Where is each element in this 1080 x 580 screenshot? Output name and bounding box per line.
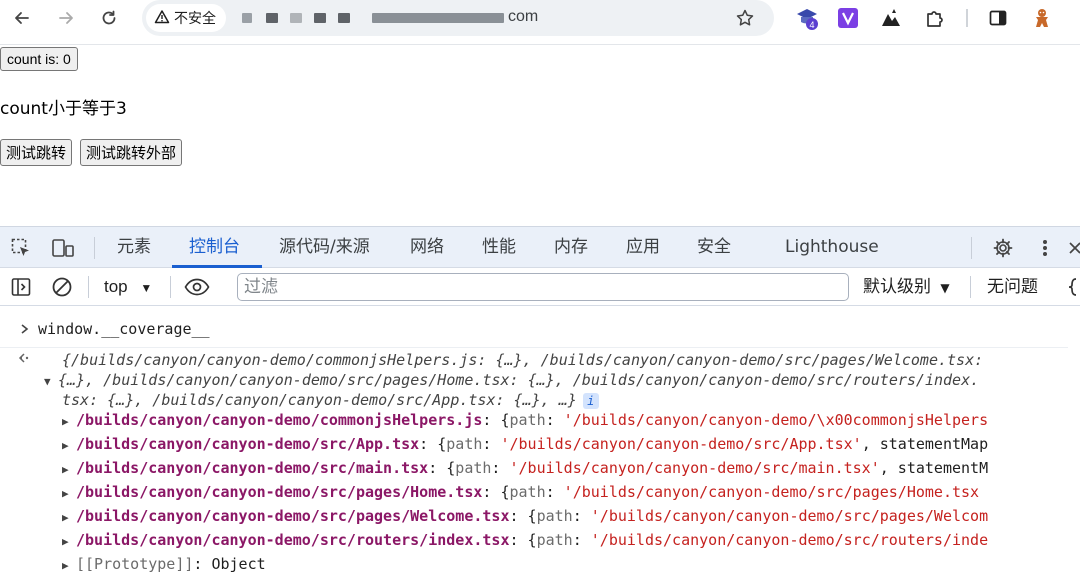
return-arrow-icon: [18, 352, 32, 368]
tab-security[interactable]: 安全: [697, 227, 731, 268]
gear-icon[interactable]: [990, 235, 1016, 261]
caret-down-icon[interactable]: ▼: [44, 372, 58, 392]
eye-icon[interactable]: [184, 274, 210, 300]
url-redacted: [314, 13, 326, 23]
object-property-row[interactable]: ▶/builds/canyon/canyon-demo/src/App.tsx:…: [62, 434, 988, 454]
tab-memory[interactable]: 内存: [554, 227, 588, 268]
context-value: top: [104, 277, 128, 296]
toolbar-divider: [966, 9, 968, 27]
devtools-panel: 元素 控制台 源代码/来源 网络 性能 内存 应用 安全 Lighthouse …: [0, 226, 1080, 580]
more-options-icon[interactable]: [1032, 235, 1058, 261]
toolbar-divider: [970, 276, 971, 298]
console-divider: [0, 347, 1068, 348]
toolbar-divider: [94, 237, 95, 259]
address-bar[interactable]: 不安全 com: [142, 0, 774, 36]
info-icon[interactable]: i: [582, 393, 599, 409]
extension-mountain-icon[interactable]: [878, 5, 904, 31]
log-levels-label: 默认级别: [863, 277, 931, 297]
chevron-down-icon: ▼: [140, 281, 153, 295]
tab-performance[interactable]: 性能: [482, 227, 516, 268]
toolbar-divider: [88, 276, 89, 298]
test-jump-external-button[interactable]: 测试跳转外部: [80, 139, 183, 166]
close-icon[interactable]: [1068, 235, 1080, 261]
console-filter-input[interactable]: 过滤: [237, 273, 849, 301]
sidebar-toggle-icon[interactable]: [8, 274, 34, 300]
tab-elements[interactable]: 元素: [117, 227, 151, 268]
console-output: window.__coverage__ {/builds/canyon/cany…: [0, 307, 1080, 580]
url-redacted: [242, 13, 252, 23]
toolbar-divider: [170, 276, 171, 298]
test-jump-button[interactable]: 测试跳转: [0, 139, 73, 166]
context-selector[interactable]: top ▼: [104, 274, 152, 300]
toolbar-divider: [0, 44, 1080, 45]
tab-network[interactable]: 网络: [410, 227, 444, 268]
security-label: 不安全: [174, 10, 216, 26]
tab-console[interactable]: 控制台: [189, 227, 240, 268]
console-filter-bar: top ▼ 过滤 默认级别 ▼ 无问题: [0, 268, 1080, 306]
toolbar-divider: [971, 237, 972, 259]
element-picker-icon[interactable]: [8, 235, 34, 261]
chevron-down-icon: ▼: [940, 281, 950, 295]
url-redacted: [372, 13, 504, 23]
clear-console-icon[interactable]: [49, 274, 75, 300]
extensions-puzzle-icon[interactable]: [922, 5, 948, 31]
extension-vue-icon[interactable]: [835, 5, 861, 31]
caret-right-icon[interactable]: ▶: [62, 460, 76, 480]
console-settings-icon[interactable]: [1066, 274, 1080, 300]
side-panel-icon[interactable]: [985, 5, 1011, 31]
caret-right-icon[interactable]: ▶: [62, 556, 76, 576]
url-redacted: [338, 13, 350, 23]
bookmark-star-icon[interactable]: [732, 5, 758, 31]
object-summary-line[interactable]: {/builds/canyon/canyon-demo/commonjsHelp…: [62, 350, 983, 370]
device-toolbar-icon[interactable]: [50, 235, 76, 261]
tab-sources[interactable]: 源代码/来源: [279, 227, 370, 268]
security-indicator[interactable]: 不安全: [146, 4, 226, 32]
object-property-row[interactable]: ▶/builds/canyon/canyon-demo/src/pages/We…: [62, 506, 988, 526]
tab-lighthouse[interactable]: Lighthouse: [785, 227, 879, 268]
log-levels-dropdown[interactable]: 默认级别 ▼: [863, 274, 950, 300]
count-status-text: count小于等于3: [0, 99, 127, 119]
object-property-row[interactable]: ▶/builds/canyon/canyon-demo/src/routers/…: [62, 530, 988, 550]
back-arrow-icon[interactable]: [10, 6, 34, 30]
caret-right-icon[interactable]: ▶: [62, 436, 76, 456]
object-summary-line[interactable]: ▼ {…}, /builds/canyon/canyon-demo/src/pag…: [44, 370, 979, 390]
caret-right-icon[interactable]: ▶: [62, 508, 76, 528]
profile-gingerbread-icon[interactable]: [1029, 5, 1055, 31]
object-summary-line[interactable]: tsx: {…}, /builds/canyon/canyon-demo/src…: [62, 390, 599, 410]
svg-text:4: 4: [809, 20, 814, 30]
object-property-row[interactable]: ▶/builds/canyon/canyon-demo/src/main.tsx…: [62, 458, 988, 478]
warning-triangle-icon: [154, 9, 170, 28]
extension-graduation-cap-icon[interactable]: 4: [794, 5, 820, 31]
issues-counter[interactable]: 无问题: [987, 274, 1038, 300]
url-redacted: [266, 13, 278, 23]
devtools-tab-bar: 元素 控制台 源代码/来源 网络 性能 内存 应用 安全 Lighthouse: [0, 227, 1080, 268]
url-suffix: com: [508, 8, 539, 25]
caret-right-icon[interactable]: ▶: [62, 412, 76, 432]
console-input-line[interactable]: window.__coverage__: [38, 319, 210, 339]
caret-right-icon[interactable]: ▶: [62, 484, 76, 504]
reload-icon[interactable]: [97, 6, 121, 30]
caret-right-icon[interactable]: ▶: [62, 532, 76, 552]
count-button[interactable]: count is: 0: [0, 47, 78, 71]
input-prompt-icon: [20, 321, 30, 339]
browser-toolbar: 不安全 com 4: [0, 0, 1080, 36]
forward-arrow-icon[interactable]: [54, 6, 78, 30]
object-property-row[interactable]: ▶/builds/canyon/canyon-demo/src/pages/Ho…: [62, 482, 979, 502]
tab-application[interactable]: 应用: [626, 227, 660, 268]
url-redacted: [290, 13, 302, 23]
object-property-row[interactable]: ▶/builds/canyon/canyon-demo/commonjsHelp…: [62, 410, 988, 430]
prototype-row[interactable]: ▶ [[Prototype]]: Object: [62, 554, 266, 574]
